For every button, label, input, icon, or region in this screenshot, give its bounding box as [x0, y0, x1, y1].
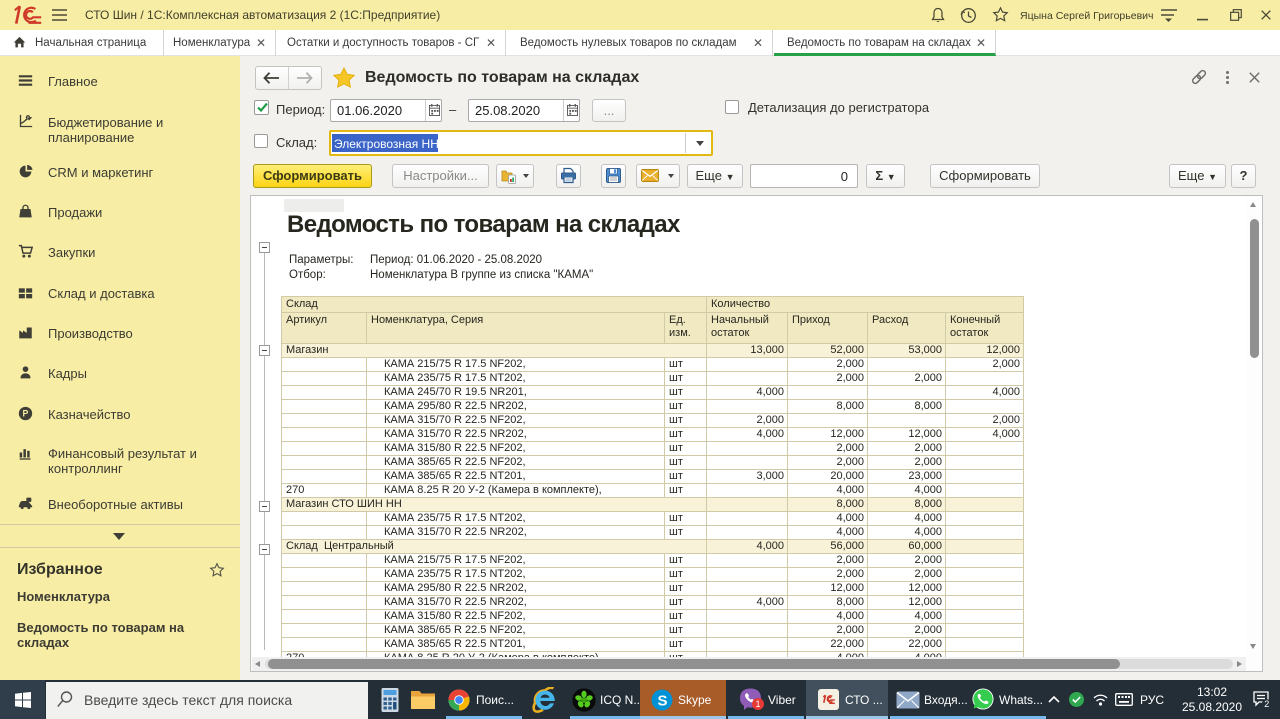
svg-text:Р: Р	[23, 409, 29, 419]
svg-text:S: S	[658, 693, 668, 710]
svg-text:2: 2	[1264, 699, 1269, 708]
